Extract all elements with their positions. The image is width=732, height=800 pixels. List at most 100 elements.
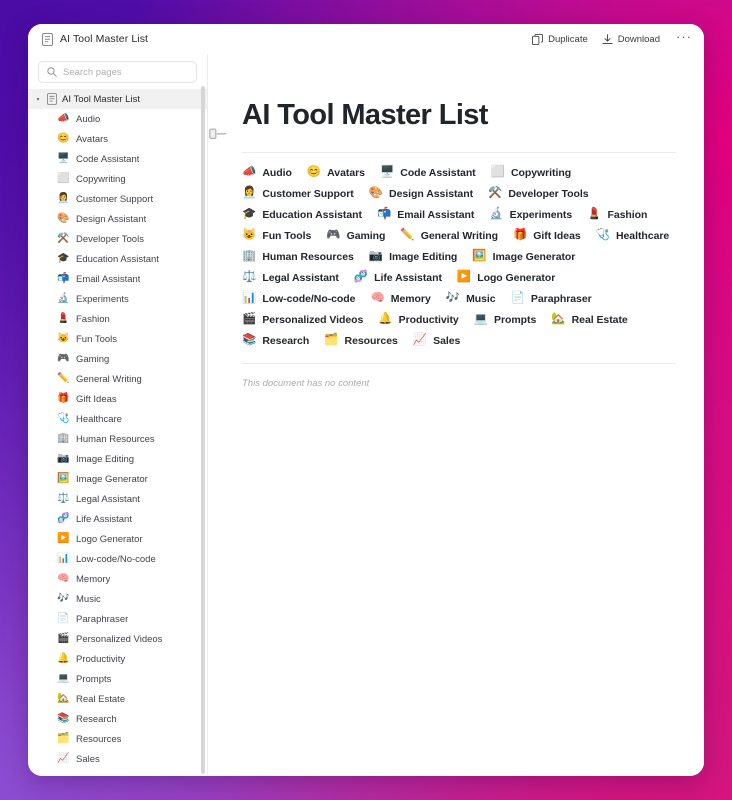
sidebar-item-productivity[interactable]: 🔔 Productivity xyxy=(28,649,207,669)
sidebar-item-education-assistant[interactable]: 🎓 Education Assistant xyxy=(28,249,207,269)
sidebar-item-life-assistant[interactable]: 🧬 Life Assistant xyxy=(28,509,207,529)
sidebar-item-fashion[interactable]: 💄 Fashion xyxy=(28,309,207,329)
search-box[interactable] xyxy=(38,61,197,83)
page-link-label: Research xyxy=(262,334,310,347)
page-link-personalized-videos[interactable]: 🎬 Personalized Videos xyxy=(242,314,363,326)
page-link-avatars[interactable]: 😊 Avatars xyxy=(307,167,365,179)
sidebar-scrollbar-track[interactable] xyxy=(201,86,205,774)
sidebar-item-memory[interactable]: 🧠 Memory xyxy=(28,569,207,589)
page-link-low-code-no-code[interactable]: 📊 Low-code/No-code xyxy=(242,293,356,305)
sidebar-item-real-estate[interactable]: 🏡 Real Estate xyxy=(28,689,207,709)
page-link-image-generator[interactable]: 🖼️ Image Generator xyxy=(472,251,575,263)
page-link-developer-tools[interactable]: ⚒️ Developer Tools xyxy=(488,188,589,200)
page-link-copywriting[interactable]: ⬜ Copywriting xyxy=(491,167,572,179)
page-link-education-assistant[interactable]: 🎓 Education Assistant xyxy=(242,209,362,221)
sidebar-item-design-assistant[interactable]: 🎨 Design Assistant xyxy=(28,209,207,229)
sidebar-item-label: Education Assistant xyxy=(76,253,159,265)
page-link-label: Life Assistant xyxy=(374,271,442,284)
link-emoji-icon: ⚖️ xyxy=(242,271,257,284)
sidebar-item-paraphraser[interactable]: 📄 Paraphraser xyxy=(28,609,207,629)
sidebar-item-healthcare[interactable]: 🩺 Healthcare xyxy=(28,409,207,429)
sidebar-item-code-assistant[interactable]: 🖥️ Code Assistant xyxy=(28,149,207,169)
more-options-button[interactable]: ··· xyxy=(674,30,694,46)
sidebar-item-label: Productivity xyxy=(76,653,126,665)
sidebar: ▾ AI Tool Master List 📣 Audio 😊 Avatars 🖥️ Co… xyxy=(28,54,208,776)
image-generator-icon: 🖼️ xyxy=(57,473,70,484)
page-link-resources[interactable]: 🗂️ Resources xyxy=(324,335,398,347)
page-link-gaming[interactable]: 🎮 Gaming xyxy=(326,230,385,242)
page-link-prompts[interactable]: 💻 Prompts xyxy=(474,314,537,326)
page-link-real-estate[interactable]: 🏡 Real Estate xyxy=(551,314,627,326)
tree-root-ai-tool-master-list[interactable]: ▾ AI Tool Master List xyxy=(28,89,207,109)
sidebar-item-gift-ideas[interactable]: 🎁 Gift Ideas xyxy=(28,389,207,409)
sidebar-item-prompts[interactable]: 💻 Prompts xyxy=(28,669,207,689)
sidebar-item-label: General Writing xyxy=(76,373,142,385)
link-emoji-icon: ▶️ xyxy=(456,271,472,284)
sidebar-item-resources[interactable]: 🗂️ Resources xyxy=(28,729,207,749)
sidebar-item-logo-generator[interactable]: ▶️ Logo Generator xyxy=(28,529,207,549)
duplicate-button[interactable]: Duplicate xyxy=(532,33,588,45)
page-link-image-editing[interactable]: 📷 Image Editing xyxy=(369,251,458,263)
page-link-human-resources[interactable]: 🏢 Human Resources xyxy=(242,251,354,263)
productivity-icon: 🔔 xyxy=(57,653,70,664)
sidebar-item-developer-tools[interactable]: ⚒️ Developer Tools xyxy=(28,229,207,249)
page-link-fashion[interactable]: 💄 Fashion xyxy=(587,209,647,221)
sidebar-item-fun-tools[interactable]: 😺 Fun Tools xyxy=(28,329,207,349)
sidebar-item-avatars[interactable]: 😊 Avatars xyxy=(28,129,207,149)
page-link-email-assistant[interactable]: 📬 Email Assistant xyxy=(377,209,474,221)
page-link-memory[interactable]: 🧠 Memory xyxy=(370,293,430,305)
link-emoji-icon: 📚 xyxy=(242,334,257,347)
page-link-code-assistant[interactable]: 🖥️ Code Assistant xyxy=(380,167,476,179)
chevron-down-icon[interactable]: ▾ xyxy=(34,97,42,103)
page-link-life-assistant[interactable]: 🧬 Life Assistant xyxy=(354,272,442,284)
page-link-productivity[interactable]: 🔔 Productivity xyxy=(378,314,458,326)
sidebar-item-email-assistant[interactable]: 📬 Email Assistant xyxy=(28,269,207,289)
page-link-music[interactable]: 🎶 Music xyxy=(446,293,496,305)
general-writing-icon: ✏️ xyxy=(57,373,70,384)
fun-tools-icon: 😺 xyxy=(57,333,70,344)
sidebar-collapse-handle[interactable] xyxy=(209,128,227,140)
sidebar-item-label: Image Editing xyxy=(76,453,135,465)
page-link-audio[interactable]: 📣 Audio xyxy=(242,167,292,179)
download-icon xyxy=(602,33,613,45)
sidebar-item-research[interactable]: 📚 Research xyxy=(28,709,207,729)
page-link-general-writing[interactable]: ✏️ General Writing xyxy=(400,230,498,242)
sidebar-item-low-code-no-code[interactable]: 📊 Low-code/No-code xyxy=(28,549,207,569)
sidebar-item-label: Image Generator xyxy=(76,473,148,485)
page-link-legal-assistant[interactable]: ⚖️ Legal Assistant xyxy=(242,272,339,284)
title-bar-actions: Duplicate Download ··· xyxy=(532,30,694,46)
link-emoji-icon: 💻 xyxy=(473,313,489,326)
sidebar-item-customer-support[interactable]: 👩‍💼 Customer Support xyxy=(28,189,207,209)
download-button[interactable]: Download xyxy=(602,34,660,45)
paraphraser-icon: 📄 xyxy=(57,613,70,624)
page-link-gift-ideas[interactable]: 🎁 Gift Ideas xyxy=(513,230,581,242)
sidebar-item-sales[interactable]: 📈 Sales xyxy=(28,749,207,769)
page-link-sales[interactable]: 📈 Sales xyxy=(413,335,461,347)
page-link-logo-generator[interactable]: ▶️ Logo Generator xyxy=(457,272,555,284)
sidebar-scrollbar-thumb[interactable] xyxy=(201,86,205,774)
sidebar-item-human-resources[interactable]: 🏢 Human Resources xyxy=(28,429,207,449)
sidebar-item-image-generator[interactable]: 🖼️ Image Generator xyxy=(28,469,207,489)
page-link-fun-tools[interactable]: 😺 Fun Tools xyxy=(242,230,311,242)
sidebar-item-audio[interactable]: 📣 Audio xyxy=(28,109,207,129)
sidebar-item-general-writing[interactable]: ✏️ General Writing xyxy=(28,369,207,389)
page-link-label: Gaming xyxy=(346,229,386,242)
page-link-label: Personalized Videos xyxy=(262,313,364,326)
page-link-label: Fashion xyxy=(607,208,648,221)
sidebar-item-legal-assistant[interactable]: ⚖️ Legal Assistant xyxy=(28,489,207,509)
page-link-customer-support[interactable]: 👩‍💼 Customer Support xyxy=(242,188,354,200)
sidebar-item-copywriting[interactable]: ⬜ Copywriting xyxy=(28,169,207,189)
link-emoji-icon: 🧠 xyxy=(370,292,385,305)
page-link-design-assistant[interactable]: 🎨 Design Assistant xyxy=(369,188,473,200)
search-input[interactable] xyxy=(63,66,188,78)
sidebar-item-image-editing[interactable]: 📷 Image Editing xyxy=(28,449,207,469)
page-link-paraphraser[interactable]: 📄 Paraphraser xyxy=(511,293,592,305)
sidebar-item-label: Low-code/No-code xyxy=(76,553,156,565)
sidebar-item-experiments[interactable]: 🔬 Experiments xyxy=(28,289,207,309)
sidebar-item-gaming[interactable]: 🎮 Gaming xyxy=(28,349,207,369)
page-link-experiments[interactable]: 🔬 Experiments xyxy=(489,209,572,221)
sidebar-item-music[interactable]: 🎶 Music xyxy=(28,589,207,609)
page-link-healthcare[interactable]: 🩺 Healthcare xyxy=(596,230,670,242)
page-link-research[interactable]: 📚 Research xyxy=(242,335,309,347)
sidebar-item-personalized-videos[interactable]: 🎬 Personalized Videos xyxy=(28,629,207,649)
